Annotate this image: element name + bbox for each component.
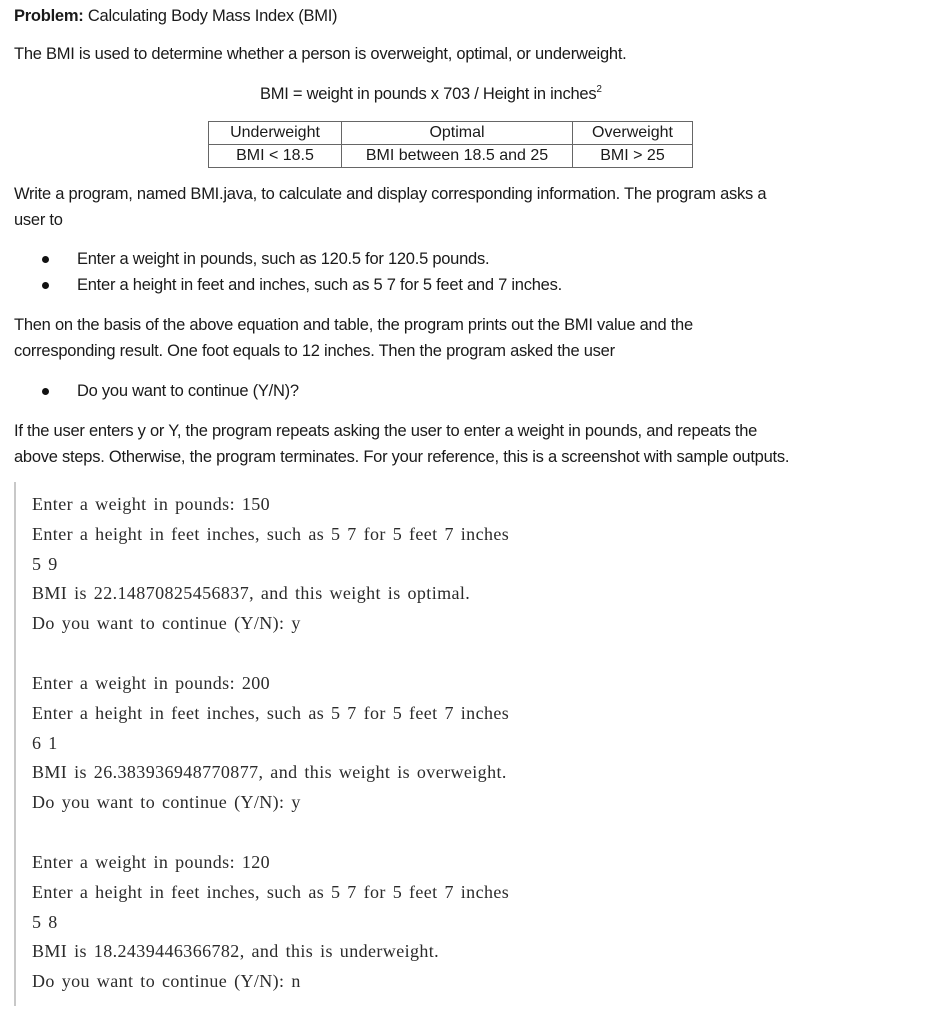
console-weight-prompt: Enter a weight in pounds: 120 [32, 852, 271, 872]
result-paragraph-line1: Then on the basis of the above equation … [14, 316, 693, 334]
problem-title: Problem: Calculating Body Mass Index (BM… [14, 3, 338, 29]
bullet-icon [42, 256, 49, 263]
repeat-paragraph-line2: above steps. Otherwise, the program term… [14, 448, 790, 466]
sample-output-console: Enter a weight in pounds: 150 Enter a he… [14, 482, 716, 1006]
problem-label: Problem: [14, 7, 84, 25]
console-continue-prompt: Do you want to continue (Y/N): y [32, 613, 301, 633]
header-optimal: Optimal [341, 121, 573, 145]
header-underweight: Underweight [208, 121, 342, 145]
console-height-input: 5 8 [32, 912, 58, 932]
console-height-input: 5 9 [32, 554, 58, 574]
console-height-prompt: Enter a height in feet inches, such as 5… [32, 703, 510, 723]
console-result: BMI is 22.14870825456837, and this weigh… [32, 583, 471, 603]
bmi-category-table: Underweight Optimal Overweight BMI < 18.… [208, 121, 693, 168]
cell-overweight-range: BMI > 25 [572, 144, 693, 168]
console-continue-prompt: Do you want to continue (Y/N): y [32, 792, 301, 812]
problem-title-text: Calculating Body Mass Index (BMI) [83, 7, 338, 25]
console-weight-prompt: Enter a weight in pounds: 150 [32, 494, 271, 514]
list-item-text: Enter a weight in pounds, such as 120.5 … [77, 250, 490, 268]
console-weight-prompt: Enter a weight in pounds: 200 [32, 673, 271, 693]
cell-underweight-range: BMI < 18.5 [208, 144, 342, 168]
header-overweight: Overweight [572, 121, 693, 145]
formula-text: BMI = weight in pounds x 703 / Height in… [260, 85, 597, 103]
table-row: BMI < 18.5 BMI between 18.5 and 25 BMI >… [208, 144, 693, 168]
console-result: BMI is 18.2439446366782, and this is und… [32, 941, 440, 961]
console-result: BMI is 26.383936948770877, and this weig… [32, 762, 507, 782]
bmi-formula: BMI = weight in pounds x 703 / Height in… [260, 81, 602, 107]
instruction-paragraph-line1: Write a program, named BMI.java, to calc… [14, 185, 767, 203]
intro-paragraph: The BMI is used to determine whether a p… [14, 45, 627, 63]
table-header-row: Underweight Optimal Overweight [208, 121, 693, 145]
console-height-prompt: Enter a height in feet inches, such as 5… [32, 524, 510, 544]
repeat-paragraph-line1: If the user enters y or Y, the program r… [14, 422, 758, 440]
list-item-text: Enter a height in feet and inches, such … [77, 276, 562, 294]
formula-superscript: 2 [596, 84, 602, 95]
cell-optimal-range: BMI between 18.5 and 25 [341, 144, 573, 168]
result-paragraph-line2: corresponding result. One foot equals to… [14, 342, 615, 360]
bullet-icon [42, 388, 49, 395]
bullet-icon [42, 282, 49, 289]
document-page: Problem: Calculating Body Mass Index (BM… [0, 0, 936, 1024]
instruction-paragraph-line2: user to [14, 211, 63, 229]
list-item-text: Do you want to continue (Y/N)? [77, 382, 299, 400]
console-continue-prompt: Do you want to continue (Y/N): n [32, 971, 301, 991]
console-height-prompt: Enter a height in feet inches, such as 5… [32, 882, 510, 902]
console-height-input: 6 1 [32, 733, 58, 753]
